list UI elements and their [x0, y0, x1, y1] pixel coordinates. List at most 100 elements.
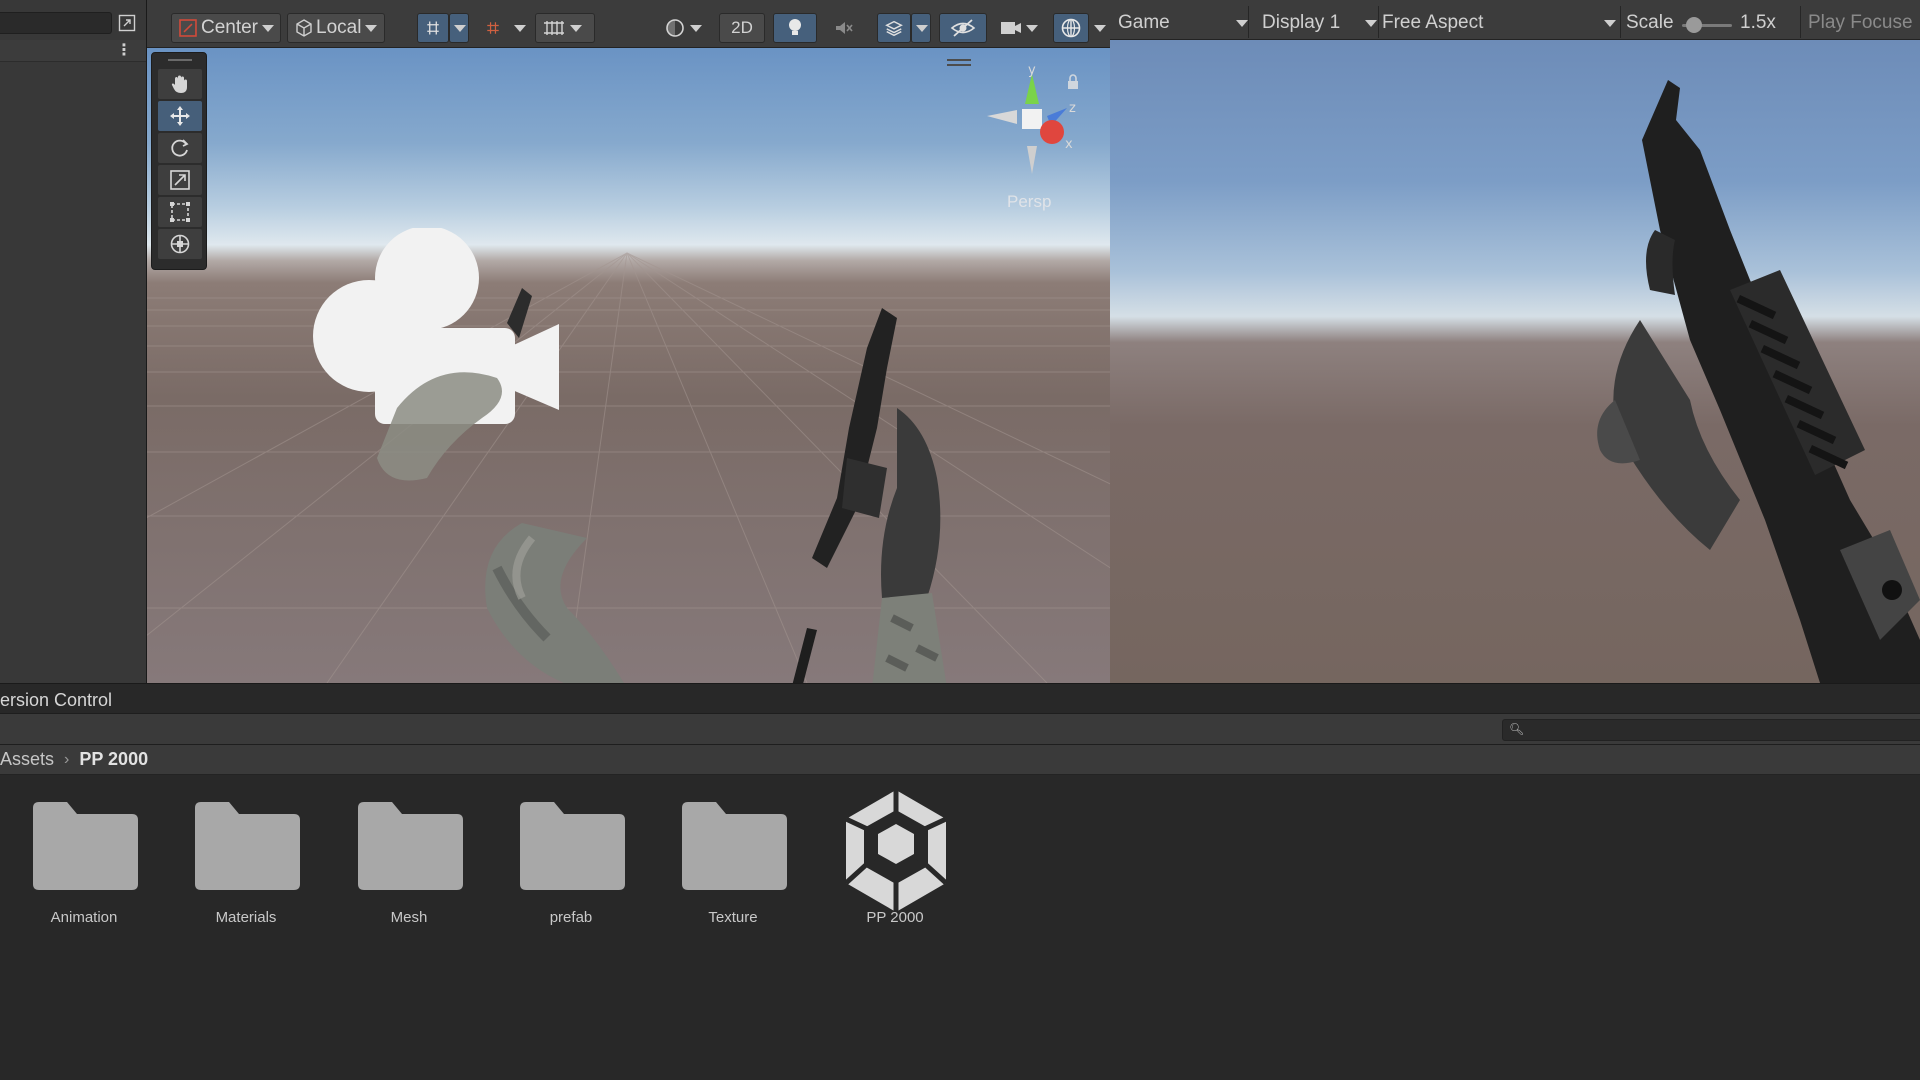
projection-label[interactable]: Persp [1007, 192, 1051, 212]
increment-snap-button[interactable] [477, 13, 509, 43]
game-weapon-model [1597, 80, 1920, 683]
scale-icon [170, 170, 190, 190]
2d-mode-button[interactable]: 2D [719, 13, 765, 43]
asset-item[interactable]: Materials [162, 795, 302, 955]
scale-tool-button[interactable] [158, 165, 202, 195]
chevron-right-icon: › [64, 750, 70, 768]
scale-value: 1.5x [1740, 12, 1776, 33]
shading-sphere-icon [666, 19, 684, 37]
hand-tool-button[interactable] [158, 69, 202, 99]
kebab-menu-icon[interactable]: ⋮ [116, 43, 132, 59]
unity-editor: ⋮ Center Local 2D y z x Persp Game Displ… [0, 0, 1920, 1080]
pivot-mode-dropdown[interactable]: Center [171, 13, 281, 43]
scale-label: Scale [1626, 12, 1674, 33]
search-icon: 🔍︎ [1509, 722, 1525, 736]
asset-label: PP 2000 [866, 909, 924, 926]
chevron-down-icon [1236, 19, 1248, 27]
rect-tool-button[interactable] [158, 197, 202, 227]
rotate-tool-button[interactable] [158, 133, 202, 163]
aspect-dropdown[interactable]: Free Aspect [1382, 10, 1616, 36]
breadcrumb: Assets › PP 2000 [0, 745, 1920, 775]
gizmo-z-label: z [1069, 101, 1076, 116]
gizmo-center-cube[interactable] [1022, 109, 1042, 129]
pivot-space-label: Local [316, 17, 362, 38]
gizmo-y-label: y [1028, 64, 1036, 78]
project-panel: ersion Control 🔍︎ Assets › PP 2000 Anima… [0, 683, 1920, 1080]
game-view-panel: Game Display 1 Free Aspect Scale 1.5x Pl… [1110, 0, 1920, 683]
hierarchy-header-row: ⋮ [0, 40, 146, 62]
move-tool-button[interactable] [158, 101, 202, 131]
bottom-tab-bar: ersion Control [0, 683, 1920, 713]
game-toolbar: Game Display 1 Free Aspect Scale 1.5x Pl… [1110, 0, 1920, 40]
asset-label: Mesh [390, 909, 428, 926]
project-toolbar: 🔍︎ [0, 713, 1920, 745]
game-view-label: Game [1118, 12, 1170, 33]
x-axis-cone[interactable] [1040, 120, 1064, 144]
asset-item[interactable]: prefab [487, 795, 627, 955]
audio-muted-icon [836, 22, 853, 34]
effects-dropdown[interactable] [911, 13, 931, 43]
tool-palette [151, 52, 207, 270]
version-control-tab[interactable]: ersion Control [0, 690, 112, 711]
shading-mode-dropdown[interactable] [657, 13, 711, 43]
scene-arm-model [485, 523, 624, 683]
toolbar-divider [1248, 6, 1249, 38]
hand-icon [171, 75, 187, 93]
gizmos-button[interactable] [1053, 13, 1089, 43]
display-dropdown[interactable]: Display 1 [1262, 10, 1377, 36]
hierarchy-panel: ⋮ [0, 0, 147, 683]
transform-tool-button[interactable] [158, 229, 202, 259]
display-label: Display 1 [1262, 12, 1341, 33]
scene-visibility-button[interactable] [939, 13, 987, 43]
gizmo-x-label: x [1065, 137, 1073, 152]
effects-toggle-button[interactable] [877, 13, 911, 43]
hierarchy-search-input[interactable] [0, 12, 112, 34]
asset-item[interactable]: Animation [0, 795, 140, 955]
folder-icon [195, 802, 300, 890]
overlay-menu-icon[interactable] [947, 58, 971, 68]
neg-x-axis-cone[interactable] [987, 110, 1017, 124]
asset-label: Materials [215, 909, 277, 926]
y-axis-cone[interactable] [1025, 74, 1039, 104]
asset-item[interactable]: Texture [649, 795, 789, 955]
neg-y-axis-cone[interactable] [1027, 146, 1037, 174]
palette-drag-handle[interactable] [168, 59, 192, 61]
project-search-input[interactable]: 🔍︎ [1502, 719, 1920, 741]
game-viewport[interactable] [1110, 40, 1920, 683]
pivot-space-dropdown[interactable]: Local [287, 13, 385, 43]
ruler-grid-dropdown[interactable] [535, 13, 595, 43]
toolbar-divider [1378, 6, 1379, 38]
ruler-grid-icon [544, 21, 564, 35]
pivot-center-icon [179, 19, 197, 37]
transform-combo-icon [170, 234, 190, 254]
game-view-dropdown[interactable]: Game [1118, 10, 1248, 36]
lock-icon[interactable] [1066, 74, 1080, 90]
gizmos-dropdown[interactable] [1089, 13, 1109, 43]
move-arrows-icon [170, 106, 190, 126]
audio-toggle-button[interactable] [825, 13, 863, 43]
increment-snap-icon [487, 22, 499, 34]
maximize-icon[interactable] [118, 14, 136, 32]
layers-effects-icon [885, 20, 903, 37]
folder-icon [520, 802, 625, 890]
chevron-down-icon [365, 24, 378, 32]
asset-item[interactable]: Mesh [325, 795, 465, 955]
breadcrumb-assets[interactable]: Assets [0, 749, 54, 770]
increment-snap-dropdown[interactable] [509, 13, 529, 43]
scene-viewport[interactable]: y z x Persp [147, 48, 1110, 683]
scene-lighting-button[interactable] [773, 13, 817, 43]
grid-snap-dropdown[interactable] [449, 13, 469, 43]
breadcrumb-current[interactable]: PP 2000 [79, 749, 148, 770]
chevron-down-icon [1365, 19, 1377, 27]
grid-snap-button[interactable] [417, 13, 449, 43]
light-bulb-icon [789, 19, 801, 35]
scale-slider-thumb[interactable] [1686, 17, 1702, 33]
camera-icon [1001, 22, 1021, 34]
rect-transform-icon [170, 202, 190, 222]
scene-weapon-model [792, 308, 947, 683]
play-focus-dropdown[interactable]: Play Focuse [1808, 10, 1913, 36]
asset-grid: Animation Materials Mesh prefab Texture [0, 775, 1920, 1080]
camera-settings-dropdown[interactable] [993, 13, 1047, 43]
chevron-down-icon [570, 24, 582, 32]
asset-item[interactable]: PP 2000 [811, 790, 951, 955]
